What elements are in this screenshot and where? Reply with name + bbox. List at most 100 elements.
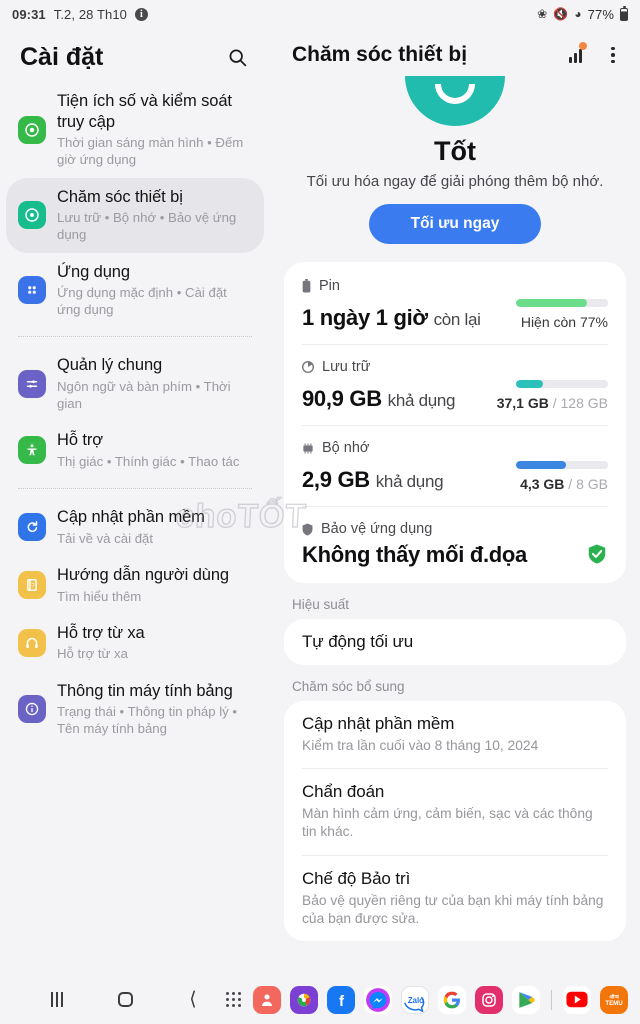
- device-screen: 09:31 T.2, 28 Th10 i ❀ 🔇 ◕ 77% Cài đặt T…: [0, 0, 640, 1024]
- facebook-app-icon[interactable]: f: [327, 985, 355, 1014]
- optimize-now-button[interactable]: Tối ưu ngay: [369, 204, 541, 244]
- digital-wellbeing-icon: [18, 115, 46, 144]
- gallery-app-icon[interactable]: [290, 985, 318, 1014]
- status-time: 09:31: [12, 6, 46, 22]
- detail-header: Chăm sóc thiết bị: [270, 28, 640, 76]
- sidebar-item-label: Quản lý chung: [57, 356, 163, 375]
- headset-icon: [18, 628, 46, 657]
- sidebar-nav-list: Tiện ích số và kiểm soát truy cập Thời g…: [0, 82, 270, 750]
- metrics-card: Pin 1 ngày 1 giờ còn lại Hiện còn 77% Lư…: [284, 262, 626, 583]
- play-store-app-icon[interactable]: [512, 985, 540, 1014]
- metric-label: Bảo vệ ứng dụng: [321, 521, 433, 537]
- user-manual-icon: ?: [18, 570, 46, 599]
- metric-note: 37,1 GB: [496, 395, 549, 411]
- sidebar-item-sublabel: Ngôn ngữ và bàn phím • Thời gian: [57, 379, 231, 412]
- list-item-subtitle: Màn hình cảm ứng, cảm biến, sạc và các t…: [302, 806, 593, 840]
- temu-app-icon[interactable]: औन्य TEMU: [600, 985, 628, 1014]
- instagram-app-icon[interactable]: [475, 985, 503, 1014]
- performance-section-label: Hiệu suất: [292, 597, 350, 612]
- device-care-hero: Tốt Tối ưu hóa ngay để giải phóng thêm b…: [270, 76, 640, 246]
- metric-value: 2,9 GB: [302, 467, 370, 492]
- accessibility-icon: [18, 436, 46, 465]
- sidebar-item-tablet-info[interactable]: Thông tin máy tính bảng Trạng thái • Thô…: [6, 672, 264, 747]
- metric-note: Hiện còn 77%: [520, 314, 608, 330]
- list-item-maintenance-mode[interactable]: Chế độ Bảo trì Bảo vệ quyền riêng tư của…: [302, 854, 608, 941]
- battery-progress-bar: [516, 299, 608, 307]
- battery-percent-label: 77%: [587, 6, 614, 22]
- sidebar-item-apps[interactable]: Ứng dụng Ứng dụng mặc định • Cài đặt ứng…: [6, 253, 264, 328]
- metric-app-protection[interactable]: Bảo vệ ứng dụng Không thấy mối đ.dọa: [302, 506, 608, 581]
- list-item-diagnostics[interactable]: Chẩn đoán Màn hình cảm ứng, cảm biến, sạ…: [302, 768, 608, 854]
- home-icon[interactable]: [114, 989, 136, 1011]
- settings-sidebar: Cài đặt Tiện ích số và kiểm soát truy cậ…: [0, 28, 270, 975]
- sidebar-item-sublabel: Ứng dụng mặc định • Cài đặt ứng dụng: [57, 285, 227, 318]
- extra-care-section-label: Chăm sóc bổ sung: [292, 679, 405, 694]
- info-circle-icon: i: [134, 7, 148, 21]
- list-item-auto-optimize[interactable]: Tự động tối ưu: [302, 619, 608, 665]
- device-care-detail-pane: Chăm sóc thiết bị Tốt Tối ưu hóa ngay để…: [270, 28, 640, 975]
- sidebar-item-device-care[interactable]: Chăm sóc thiết bị Lưu trữ • Bộ nhớ • Bảo…: [6, 177, 264, 253]
- shield-check-icon: [586, 543, 608, 565]
- sidebar-item-label: Thông tin máy tính bảng: [57, 681, 233, 700]
- metric-battery[interactable]: Pin 1 ngày 1 giờ còn lại Hiện còn 77%: [302, 264, 608, 344]
- zalo-app-icon[interactable]: Zalo: [401, 985, 429, 1014]
- notification-dot: [579, 42, 587, 50]
- youtube-app-icon[interactable]: [563, 985, 591, 1014]
- metric-memory[interactable]: Bộ nhớ 2,9 GB khả dụng 4,3 GB / 8 GB: [302, 425, 608, 506]
- sidebar-item-sublabel: Tải về và cài đặt: [57, 530, 154, 546]
- sidebar-item-label: Chăm sóc thiết bị: [57, 187, 183, 206]
- metric-label: Bộ nhớ: [322, 440, 370, 456]
- metric-label: Lưu trữ: [322, 359, 371, 375]
- svg-text:TEMU: TEMU: [605, 1000, 623, 1007]
- performance-card: Tự động tối ưu: [284, 619, 626, 665]
- battery-icon: [302, 279, 311, 293]
- svg-text:Zalo: Zalo: [408, 995, 424, 1004]
- sidebar-item-general-management[interactable]: Quản lý chung Ngôn ngữ và bàn phím • Thờ…: [6, 346, 264, 421]
- metric-value: 90,9 GB: [302, 386, 382, 411]
- recents-icon[interactable]: [46, 989, 68, 1011]
- storage-progress-bar: [516, 380, 608, 388]
- sidebar-item-sublabel: Thời gian sáng màn hình • Đếm giờ ứng dụ…: [57, 135, 244, 168]
- bluetooth-icon: ❀: [537, 7, 548, 21]
- sidebar-item-label: Tiện ích số và kiểm soát truy cập: [57, 92, 232, 131]
- metric-storage[interactable]: Lưu trữ 90,9 GB khả dụng 37,1 GB / 128 G…: [302, 344, 608, 425]
- sidebar-header: Cài đặt: [0, 28, 270, 82]
- taskbar-dock: f Zalo औन्य TEMU: [226, 985, 628, 1014]
- metric-value: 1 ngày 1 giờ: [302, 305, 428, 330]
- list-item-subtitle: Bảo vệ quyền riêng tư của bạn khi máy tí…: [302, 892, 604, 926]
- back-icon[interactable]: ⟨: [182, 989, 204, 1011]
- list-item-software-update[interactable]: Cập nhật phần mềm Kiểm tra lần cuối vào …: [302, 701, 608, 768]
- metric-value-suffix: khả dụng: [375, 472, 444, 491]
- sidebar-item-remote-support[interactable]: Hỗ trợ từ xa Hỗ trợ từ xa: [6, 614, 264, 672]
- metric-label: Pin: [319, 278, 340, 294]
- list-item-title: Chẩn đoán: [302, 782, 385, 802]
- more-options-icon[interactable]: [600, 42, 626, 68]
- sidebar-item-label: Hướng dẫn người dùng: [57, 565, 230, 584]
- extra-care-card: Cập nhật phần mềm Kiểm tra lần cuối vào …: [284, 701, 626, 942]
- sidebar-item-label: Hỗ trợ từ xa: [57, 623, 145, 642]
- battery-icon: [620, 5, 628, 21]
- messenger-app-icon[interactable]: [364, 985, 392, 1014]
- status-bar: 09:31 T.2, 28 Th10 i ❀ 🔇 ◕ 77%: [0, 0, 640, 28]
- sidebar-item-sublabel: Trạng thái • Thông tin pháp lý • Tên máy…: [57, 704, 238, 737]
- metric-note-total: / 8 GB: [564, 476, 608, 492]
- search-icon[interactable]: [222, 42, 252, 72]
- sidebar-divider: [18, 488, 252, 490]
- storage-pie-icon: [302, 361, 314, 373]
- metric-value: Không thấy mối đ.dọa: [302, 542, 527, 567]
- sidebar-item-software-update[interactable]: Cập nhật phần mềm Tải về và cài đặt: [6, 498, 264, 556]
- sidebar-item-label: Cập nhật phần mềm: [57, 508, 205, 527]
- memory-chip-icon: [302, 443, 314, 454]
- sidebar-item-user-manual[interactable]: ? Hướng dẫn người dùng Tìm hiểu thêm: [6, 556, 264, 614]
- sidebar-item-accessibility[interactable]: Hỗ trợ Thị giác • Thính giác • Thao tác: [6, 421, 264, 479]
- metric-note-total: / 128 GB: [548, 395, 608, 411]
- list-item-title: Tự động tối ưu: [302, 632, 414, 651]
- sidebar-item-digital-wellbeing[interactable]: Tiện ích số và kiểm soát truy cập Thời g…: [6, 82, 264, 178]
- app-drawer-icon[interactable]: [226, 992, 241, 1007]
- contacts-app-icon[interactable]: [253, 985, 281, 1014]
- list-item-subtitle: Kiểm tra lần cuối vào 8 tháng 10, 2024: [302, 738, 539, 753]
- list-item-title: Chế độ Bảo trì: [302, 868, 411, 888]
- detail-title: Chăm sóc thiết bị: [292, 43, 468, 66]
- bar-chart-icon[interactable]: [562, 42, 588, 68]
- google-app-icon[interactable]: [438, 985, 466, 1014]
